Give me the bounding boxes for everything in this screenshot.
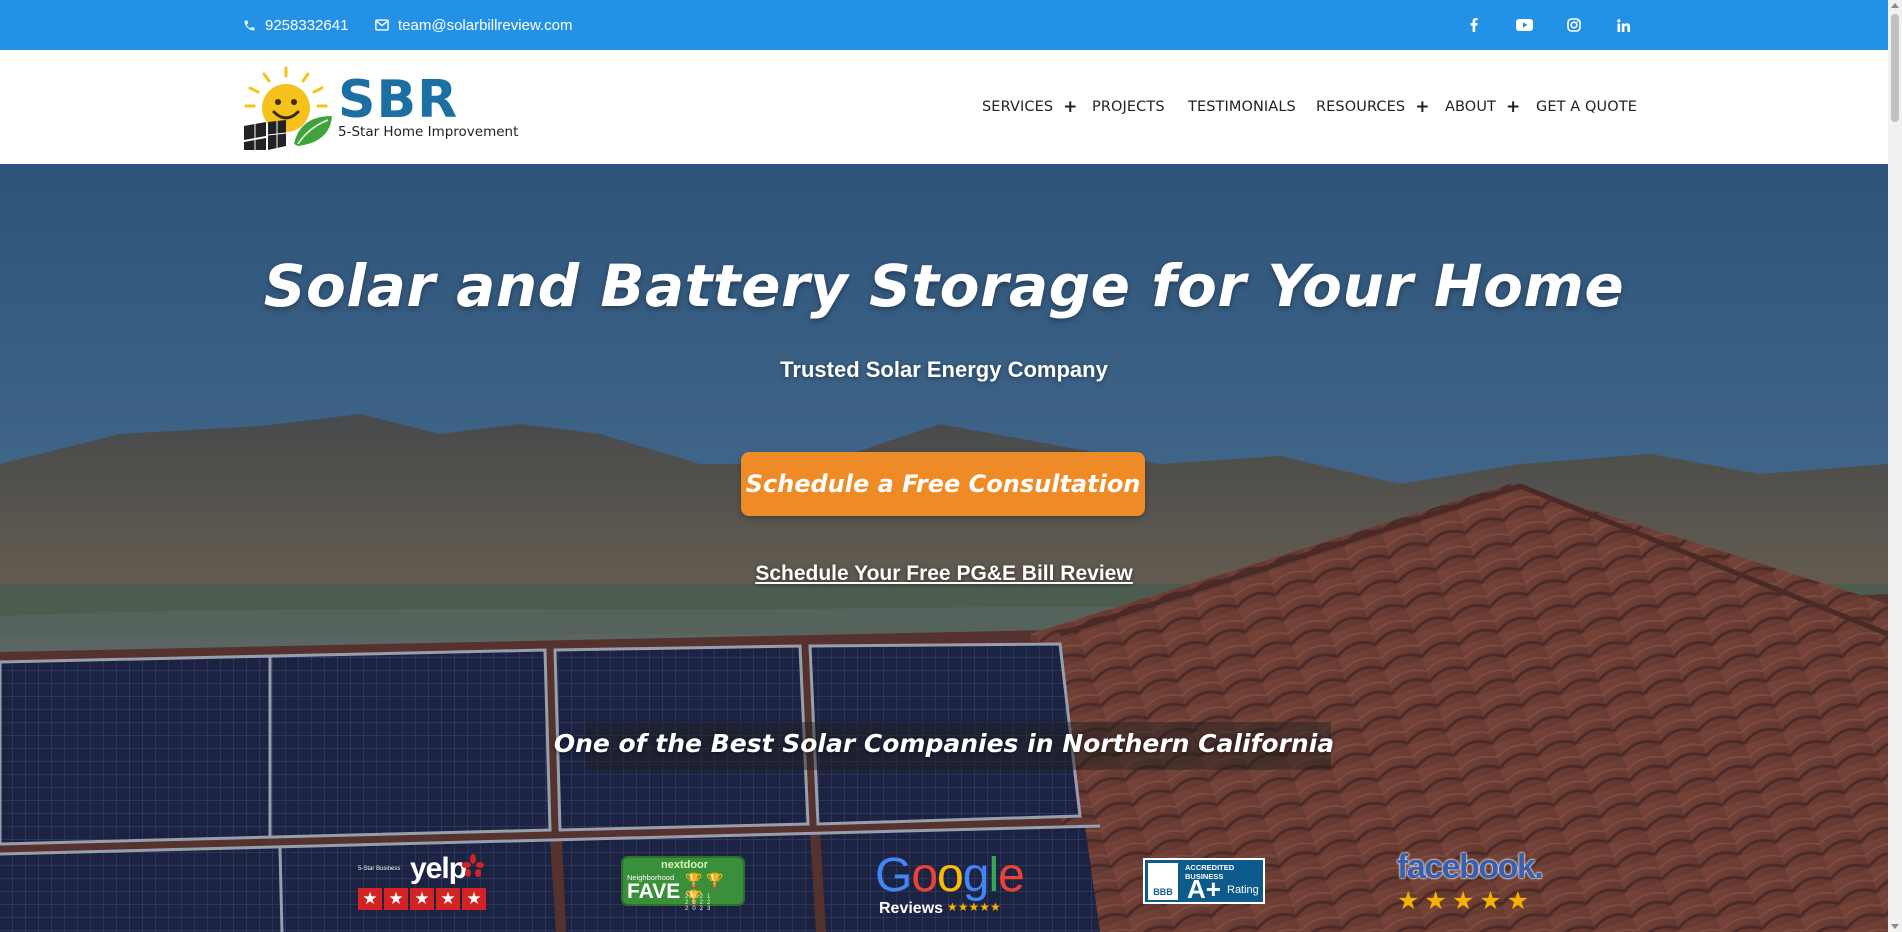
- bill-review-link[interactable]: Schedule Your Free PG&E Bill Review: [0, 562, 1888, 586]
- nav-label-about: ABOUT: [1445, 99, 1496, 115]
- nav-label-projects: PROJECTS: [1092, 99, 1165, 115]
- google-logo-text: Google: [875, 849, 1025, 902]
- yelp-star-rating: ★ ★ ★ ★ ★: [358, 888, 486, 910]
- instagram-icon: [1567, 18, 1581, 32]
- nav-label-get-a-quote: GET A QUOTE: [1536, 99, 1637, 115]
- expand-plus-icon[interactable]: +: [1063, 97, 1077, 117]
- nav-item-resources[interactable]: RESOURCES +: [1316, 50, 1430, 164]
- google-reviews-label: Reviews: [879, 900, 944, 917]
- expand-plus-icon[interactable]: +: [1415, 97, 1429, 117]
- bbb-seal-icon: BBB: [1148, 863, 1178, 900]
- hero-tagline: One of the Best Solar Companies in North…: [553, 729, 1335, 758]
- sun-solar-panel-logo-icon: [244, 66, 332, 150]
- logo-wordmark: SBR: [338, 70, 459, 130]
- nav-label-resources: RESOURCES: [1316, 99, 1406, 115]
- yelp-logo-text: yelp: [410, 852, 467, 885]
- facebook-logo-text: facebook.: [1397, 848, 1544, 886]
- schedule-consultation-button[interactable]: Schedule a Free Consultation: [741, 452, 1145, 516]
- linkedin-social-link[interactable]: [1611, 0, 1635, 50]
- bbb-rating-box: BBB ACCREDITED BUSINESS A+ Rating: [1143, 858, 1265, 904]
- logo-tagline: 5-Star Home Improvement: [338, 124, 519, 140]
- facebook-icon: [1470, 18, 1478, 32]
- youtube-social-link[interactable]: [1512, 0, 1536, 50]
- yelp-badge-caption: 5-Star Business: [358, 866, 401, 872]
- hero-subtitle: Trusted Solar Energy Company: [780, 357, 1108, 382]
- bbb-grade: A+: [1187, 874, 1221, 904]
- phone-number: 9258332641: [265, 16, 349, 34]
- nextdoor-fave-box: nextdoor Neighborhood FAVE 🏆🏆🏆 2021 2022…: [621, 856, 745, 912]
- nextdoor-years: 2021 2022 2023: [685, 894, 715, 912]
- nextdoor-badge[interactable]: nextdoor Neighborhood FAVE 🏆🏆🏆 2021 2022…: [621, 854, 745, 916]
- youtube-icon: [1515, 19, 1533, 31]
- scroll-up-arrow-icon[interactable]: [1891, 3, 1899, 8]
- star-icon: ★: [436, 888, 460, 910]
- linkedin-icon: [1616, 18, 1630, 32]
- bbb-badge[interactable]: BBB ACCREDITED BUSINESS A+ Rating: [1143, 854, 1268, 916]
- bill-review-link-text: Schedule Your Free PG&E Bill Review: [755, 562, 1133, 585]
- nav-label-testimonials: TESTIMONIALS: [1188, 99, 1296, 115]
- top-contact-bar: 9258332641 team@solarbillreview.com: [0, 0, 1888, 50]
- facebook-star-rating: ★★★★★: [1397, 887, 1535, 915]
- email-link[interactable]: team@solarbillreview.com: [375, 0, 572, 50]
- bbb-rating-label: Rating: [1227, 884, 1259, 896]
- nav-item-projects[interactable]: PROJECTS: [1092, 50, 1165, 164]
- facebook-social-link[interactable]: [1462, 0, 1486, 50]
- google-reviews-badge[interactable]: Google Reviews ★★★★★: [875, 849, 1025, 917]
- nextdoor-fave-label: FAVE: [627, 880, 681, 903]
- star-icon: ★: [358, 888, 382, 910]
- email-address: team@solarbillreview.com: [398, 16, 573, 34]
- instagram-social-link[interactable]: [1562, 0, 1586, 50]
- hero-section: Solar and Battery Storage for Your Home …: [0, 164, 1888, 932]
- phone-link[interactable]: 9258332641: [243, 0, 348, 50]
- scroll-down-arrow-icon[interactable]: [1891, 924, 1899, 929]
- nextdoor-brand: nextdoor: [661, 859, 709, 871]
- expand-plus-icon[interactable]: +: [1506, 97, 1520, 117]
- nav-item-get-a-quote[interactable]: GET A QUOTE: [1536, 50, 1637, 164]
- nav-item-services[interactable]: SERVICES +: [982, 50, 1078, 164]
- envelope-icon: [375, 19, 389, 31]
- yelp-burst-icon: [462, 854, 484, 877]
- nav-item-testimonials[interactable]: TESTIMONIALS: [1188, 50, 1296, 164]
- page-scrollbar[interactable]: [1888, 0, 1902, 932]
- star-icon: ★: [462, 888, 486, 910]
- nav-item-about[interactable]: ABOUT +: [1445, 50, 1520, 164]
- facebook-reviews-badge[interactable]: facebook. ★★★★★: [1397, 848, 1544, 916]
- phone-icon: [244, 20, 255, 30]
- star-icon: ★: [384, 888, 408, 910]
- sbr-logo[interactable]: SBR 5-Star Home Improvement: [242, 66, 532, 150]
- scrollbar-thumb[interactable]: [1891, 14, 1899, 122]
- nav-label-services: SERVICES: [982, 99, 1054, 115]
- star-icon: ★: [410, 888, 434, 910]
- hero-title: Solar and Battery Storage for Your Home: [263, 252, 1625, 320]
- yelp-badge[interactable]: 5-Star Business yelp ★ ★ ★ ★ ★: [358, 852, 486, 916]
- google-star-rating: ★★★★★: [947, 900, 1001, 914]
